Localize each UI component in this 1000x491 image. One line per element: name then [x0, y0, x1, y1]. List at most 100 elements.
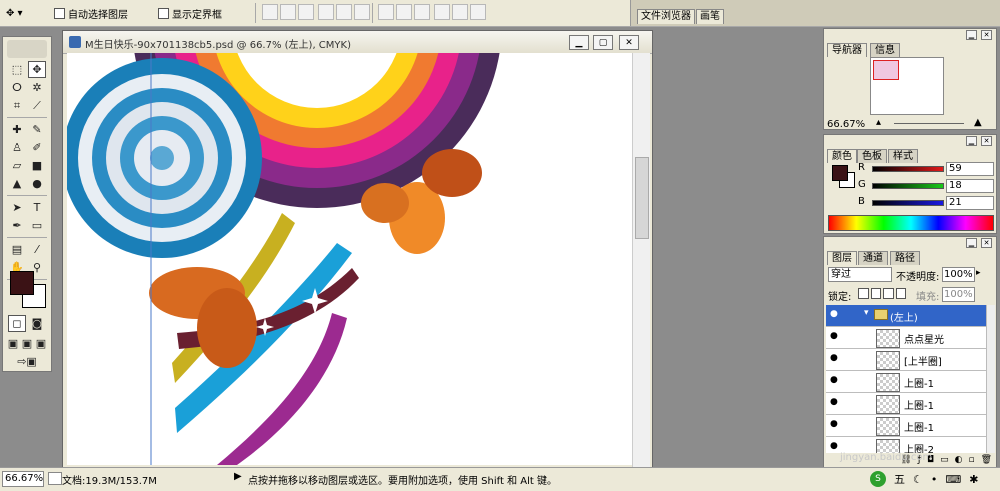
panel-close-button[interactable]: ✕: [981, 30, 992, 40]
palette-well-tab-file-browser[interactable]: 文件浏览器: [637, 9, 695, 24]
layer-row[interactable]: ● [上半圈]: [826, 349, 986, 371]
align-vcenter-icon[interactable]: [280, 4, 296, 20]
new-layer-icon[interactable]: ▫: [968, 455, 974, 467]
visibility-eye-icon[interactable]: ●: [830, 376, 841, 385]
tab-channels[interactable]: 通道: [858, 251, 888, 265]
panel-minimize-button[interactable]: ▁: [966, 30, 977, 40]
fill-field[interactable]: 100%: [942, 287, 975, 302]
panel-close-button[interactable]: ✕: [981, 238, 992, 248]
group-expand-icon[interactable]: ▾: [864, 308, 869, 318]
navigator-view-box[interactable]: [873, 60, 899, 80]
distribute-hcenter-icon[interactable]: [452, 4, 468, 20]
foreground-color-swatch-top[interactable]: [10, 271, 34, 295]
checkbox-box[interactable]: [158, 7, 169, 19]
slice-tool-icon[interactable]: ⟋: [28, 97, 46, 114]
layers-scrollbar[interactable]: [986, 305, 995, 453]
eraser-tool-icon[interactable]: ▱: [8, 157, 26, 174]
eyedropper-tool-icon[interactable]: ⁄: [28, 241, 46, 258]
layer-row[interactable]: ● 上圈-1: [826, 393, 986, 415]
layer-group-row[interactable]: ● ▾ (左上): [826, 305, 986, 327]
lock-image-icon[interactable]: [870, 288, 881, 299]
toolbox-header[interactable]: [7, 40, 47, 58]
align-hcenter-icon[interactable]: [336, 4, 352, 20]
notes-tool-icon[interactable]: ▤: [8, 241, 26, 258]
color-ramp[interactable]: [828, 215, 994, 231]
standard-mode-icon[interactable]: ◻: [8, 315, 26, 332]
auto-select-checkbox[interactable]: 自动选择图层: [54, 5, 128, 21]
move-tool-icon[interactable]: ✥: [28, 61, 46, 78]
document-title-bar[interactable]: M生日快乐-90x701138cb5.psd @ 66.7% (左上), CMY…: [63, 31, 652, 54]
pen-tool-icon[interactable]: ✒: [8, 217, 26, 234]
value-r[interactable]: 59: [946, 162, 994, 176]
layer-row[interactable]: ● 上圈-1: [826, 371, 986, 393]
blend-mode-select[interactable]: 穿过: [828, 267, 892, 282]
distribute-bottom-icon[interactable]: [414, 4, 430, 20]
crop-tool-icon[interactable]: ⌗: [8, 97, 26, 114]
align-top-icon[interactable]: [262, 4, 278, 20]
checkbox-box[interactable]: [54, 7, 65, 19]
tab-color[interactable]: 颜色: [827, 149, 857, 163]
value-g[interactable]: 18: [946, 179, 994, 193]
magic-wand-tool-icon[interactable]: ✲: [28, 79, 46, 96]
navigator-zoom[interactable]: 66.67%: [827, 119, 865, 130]
vertical-scrollbar[interactable]: [632, 53, 650, 467]
visibility-eye-icon[interactable]: ●: [830, 442, 841, 451]
panel-minimize-button[interactable]: ▁: [966, 238, 977, 248]
color-foreground-swatch-top[interactable]: [832, 165, 848, 181]
distribute-right-icon[interactable]: [470, 4, 486, 20]
healing-brush-tool-icon[interactable]: ✚: [8, 121, 26, 138]
tab-paths[interactable]: 路径: [890, 251, 920, 265]
status-arrow-icon[interactable]: ▶: [234, 471, 242, 482]
new-group-icon[interactable]: ▭: [940, 455, 949, 467]
gradient-tool-icon[interactable]: ■: [28, 157, 46, 174]
zoom-field[interactable]: 66.67%: [2, 471, 44, 487]
distribute-vcenter-icon[interactable]: [396, 4, 412, 20]
brush-tool-icon[interactable]: ✎: [28, 121, 46, 138]
quick-mask-mode-icon[interactable]: ◙: [28, 315, 46, 332]
moon-icon[interactable]: ☾: [913, 473, 923, 486]
navigator-preview[interactable]: [870, 57, 944, 115]
visibility-eye-icon[interactable]: ●: [830, 354, 841, 363]
show-bounds-checkbox[interactable]: 显示定界框: [158, 5, 222, 21]
align-right-icon[interactable]: [354, 4, 370, 20]
screen-mode-full-icon[interactable]: ▣: [34, 335, 48, 352]
tab-info[interactable]: 信息: [870, 43, 900, 57]
tab-swatches[interactable]: 色板: [857, 149, 887, 163]
screen-mode-standard-icon[interactable]: ▣: [6, 335, 20, 352]
lasso-tool-icon[interactable]: ⵔ: [8, 79, 26, 96]
image-canvas[interactable]: [67, 53, 632, 465]
type-tool-icon[interactable]: T: [28, 199, 46, 216]
input-method-icon[interactable]: S: [870, 471, 886, 487]
jump-to-imageready-icon[interactable]: ⇨▣: [8, 353, 46, 370]
tab-styles[interactable]: 样式: [888, 149, 918, 163]
panel-close-button[interactable]: ✕: [981, 136, 992, 146]
visibility-eye-icon[interactable]: ●: [830, 420, 841, 429]
lock-position-icon[interactable]: [883, 288, 894, 299]
minimize-button[interactable]: ▁: [569, 35, 589, 50]
screen-mode-full-menu-icon[interactable]: ▣: [20, 335, 34, 352]
settings-icon[interactable]: ✱: [969, 473, 978, 486]
slider-b[interactable]: [872, 200, 944, 206]
move-tool-preset-icon[interactable]: ✥ ▾: [6, 5, 23, 21]
opacity-dropdown-icon[interactable]: ▸: [976, 268, 981, 278]
punctuation-icon[interactable]: •: [931, 473, 938, 486]
maximize-button[interactable]: ▢: [593, 35, 613, 50]
slider-r[interactable]: [872, 166, 944, 172]
zoom-in-icon[interactable]: ▲: [974, 117, 982, 128]
visibility-eye-icon[interactable]: ●: [830, 310, 841, 319]
value-b[interactable]: 21: [946, 196, 994, 210]
opacity-field[interactable]: 100%: [942, 267, 975, 282]
visibility-eye-icon[interactable]: ●: [830, 398, 841, 407]
path-selection-tool-icon[interactable]: ➤: [8, 199, 26, 216]
palette-well-tab-brushes[interactable]: 画笔: [696, 9, 724, 24]
distribute-left-icon[interactable]: [434, 4, 450, 20]
ime-mode[interactable]: 五: [894, 471, 905, 487]
slider-g[interactable]: [872, 183, 944, 189]
distribute-top-icon[interactable]: [378, 4, 394, 20]
dodge-tool-icon[interactable]: ●: [28, 175, 46, 192]
align-bottom-icon[interactable]: [298, 4, 314, 20]
tab-navigator[interactable]: 导航器: [827, 43, 867, 57]
layer-row[interactable]: ● 上圈-2: [826, 437, 986, 453]
layer-row[interactable]: ● 上圈-1: [826, 415, 986, 437]
clone-stamp-tool-icon[interactable]: ♙: [8, 139, 26, 156]
